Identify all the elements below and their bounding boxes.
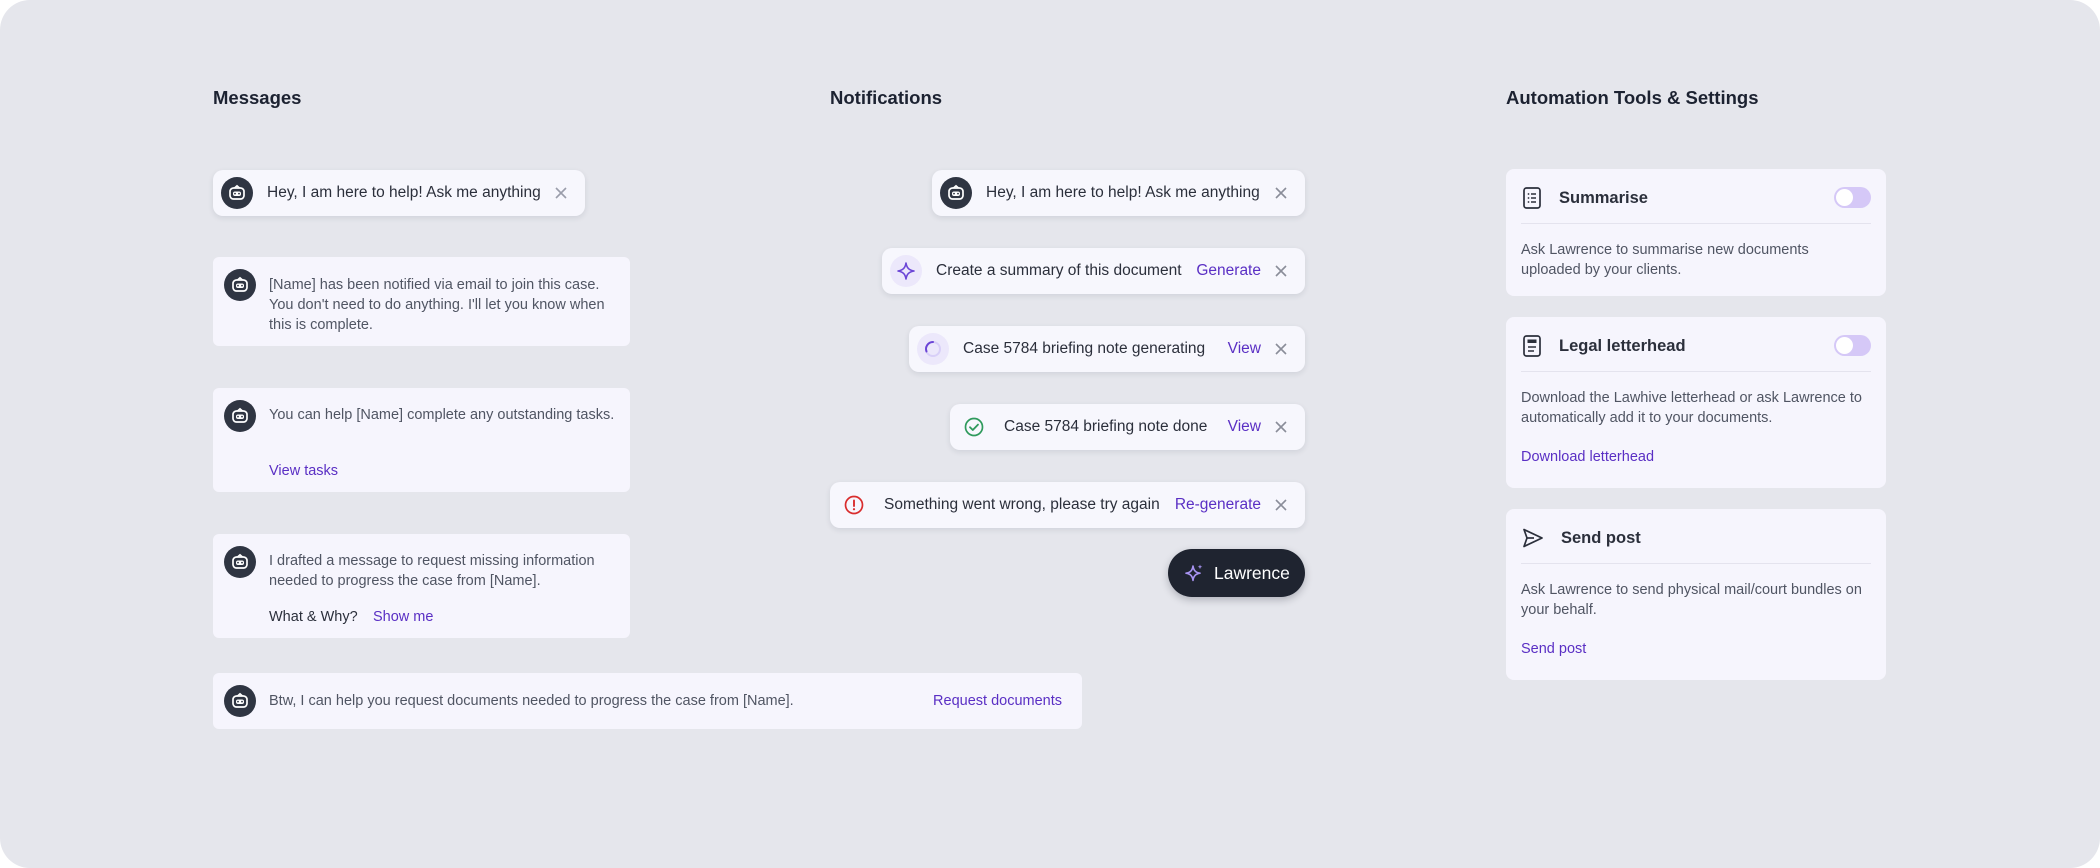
divider [1521, 371, 1871, 372]
notification-summary-pill: Create a summary of this document Genera… [882, 248, 1305, 294]
message-card-tasks: You can help [Name] complete any outstan… [213, 388, 630, 492]
send-post-link[interactable]: Send post [1521, 641, 1586, 657]
summarise-toggle[interactable] [1834, 187, 1871, 208]
letterhead-panel: Legal letterhead Download the Lawhive le… [1506, 317, 1886, 488]
sparkle-icon [1184, 563, 1204, 583]
generate-button[interactable]: Generate [1196, 262, 1261, 280]
notification-greeting-pill: Hey, I am here to help! Ask me anything [932, 170, 1305, 216]
notification-text: Something went wrong, please try again [884, 496, 1160, 513]
close-icon[interactable] [1271, 339, 1291, 359]
canvas: Messages Notifications Automation Tools … [0, 0, 2100, 868]
loading-spinner-icon [917, 333, 949, 365]
view-button[interactable]: View [1228, 340, 1261, 358]
notification-done-pill: Case 5784 briefing note done View [950, 404, 1305, 450]
message-greeting-pill: Hey, I am here to help! Ask me anything [213, 170, 585, 216]
summarise-panel: Summarise Ask Lawrence to summarise new … [1506, 169, 1886, 296]
robot-avatar-icon [224, 269, 256, 301]
message-text: Btw, I can help you request documents ne… [269, 693, 794, 709]
lawrence-assistant-button[interactable]: Lawrence [1168, 549, 1305, 597]
robot-avatar-icon [224, 400, 256, 432]
list-document-icon [1521, 186, 1543, 210]
automation-heading: Automation Tools & Settings [1506, 87, 1759, 108]
message-text: [Name] has been notified via email to jo… [269, 277, 605, 333]
download-letterhead-link[interactable]: Download letterhead [1521, 449, 1654, 465]
panel-header: Summarise [1521, 183, 1871, 213]
toggle-knob [1836, 337, 1853, 354]
notifications-heading: Notifications [830, 87, 943, 108]
greeting-text: Hey, I am here to help! Ask me anything [267, 184, 541, 201]
regenerate-button[interactable]: Re-generate [1175, 496, 1261, 514]
divider [1521, 223, 1871, 224]
divider [1521, 563, 1871, 564]
lawrence-label: Lawrence [1214, 562, 1290, 583]
robot-avatar-icon [224, 685, 256, 717]
panel-title: Legal letterhead [1559, 336, 1686, 355]
panel-header: Send post [1521, 523, 1871, 553]
request-documents-link[interactable]: Request documents [933, 691, 1062, 711]
send-post-panel: Send post Ask Lawrence to send physical … [1506, 509, 1886, 680]
view-tasks-link[interactable]: View tasks [269, 461, 338, 481]
robot-avatar-icon [940, 177, 972, 209]
letterhead-toggle[interactable] [1834, 335, 1871, 356]
notification-generating-pill: Case 5784 briefing note generating View [909, 326, 1305, 372]
close-icon[interactable] [551, 183, 571, 203]
greeting-text: Hey, I am here to help! Ask me anything [986, 184, 1260, 201]
close-icon[interactable] [1271, 261, 1291, 281]
panel-header: Legal letterhead [1521, 331, 1871, 361]
message-text: You can help [Name] complete any outstan… [269, 407, 615, 423]
panel-title: Send post [1561, 528, 1641, 547]
toggle-knob [1836, 189, 1853, 206]
alert-circle-icon [838, 489, 870, 521]
message-card-drafted: I drafted a message to request missing i… [213, 534, 630, 638]
message-card-notified: [Name] has been notified via email to jo… [213, 257, 630, 346]
close-icon[interactable] [1271, 495, 1291, 515]
notification-text: Case 5784 briefing note generating [963, 340, 1206, 357]
notification-error-pill: Something went wrong, please try again R… [830, 482, 1305, 528]
panel-description: Ask Lawrence to send physical mail/court… [1521, 582, 1862, 618]
send-icon [1521, 526, 1545, 550]
check-circle-icon [958, 411, 990, 443]
close-icon[interactable] [1271, 183, 1291, 203]
message-card-btw: Btw, I can help you request documents ne… [213, 673, 1082, 729]
robot-avatar-icon [224, 546, 256, 578]
show-me-link[interactable]: Show me [373, 607, 433, 627]
panel-description: Ask Lawrence to summarise new documents … [1521, 242, 1809, 278]
panel-title: Summarise [1559, 188, 1648, 207]
view-button[interactable]: View [1228, 418, 1261, 436]
panel-description: Download the Lawhive letterhead or ask L… [1521, 390, 1862, 426]
what-why-label: What & Why? [269, 609, 358, 625]
close-icon[interactable] [1271, 417, 1291, 437]
messages-heading: Messages [213, 87, 302, 108]
robot-avatar-icon [221, 177, 253, 209]
notification-text: Case 5784 briefing note done [1004, 418, 1208, 435]
sparkle-icon [890, 255, 922, 287]
notification-text: Create a summary of this document [936, 262, 1182, 279]
letterhead-document-icon [1521, 334, 1543, 358]
message-text: I drafted a message to request missing i… [269, 553, 595, 589]
